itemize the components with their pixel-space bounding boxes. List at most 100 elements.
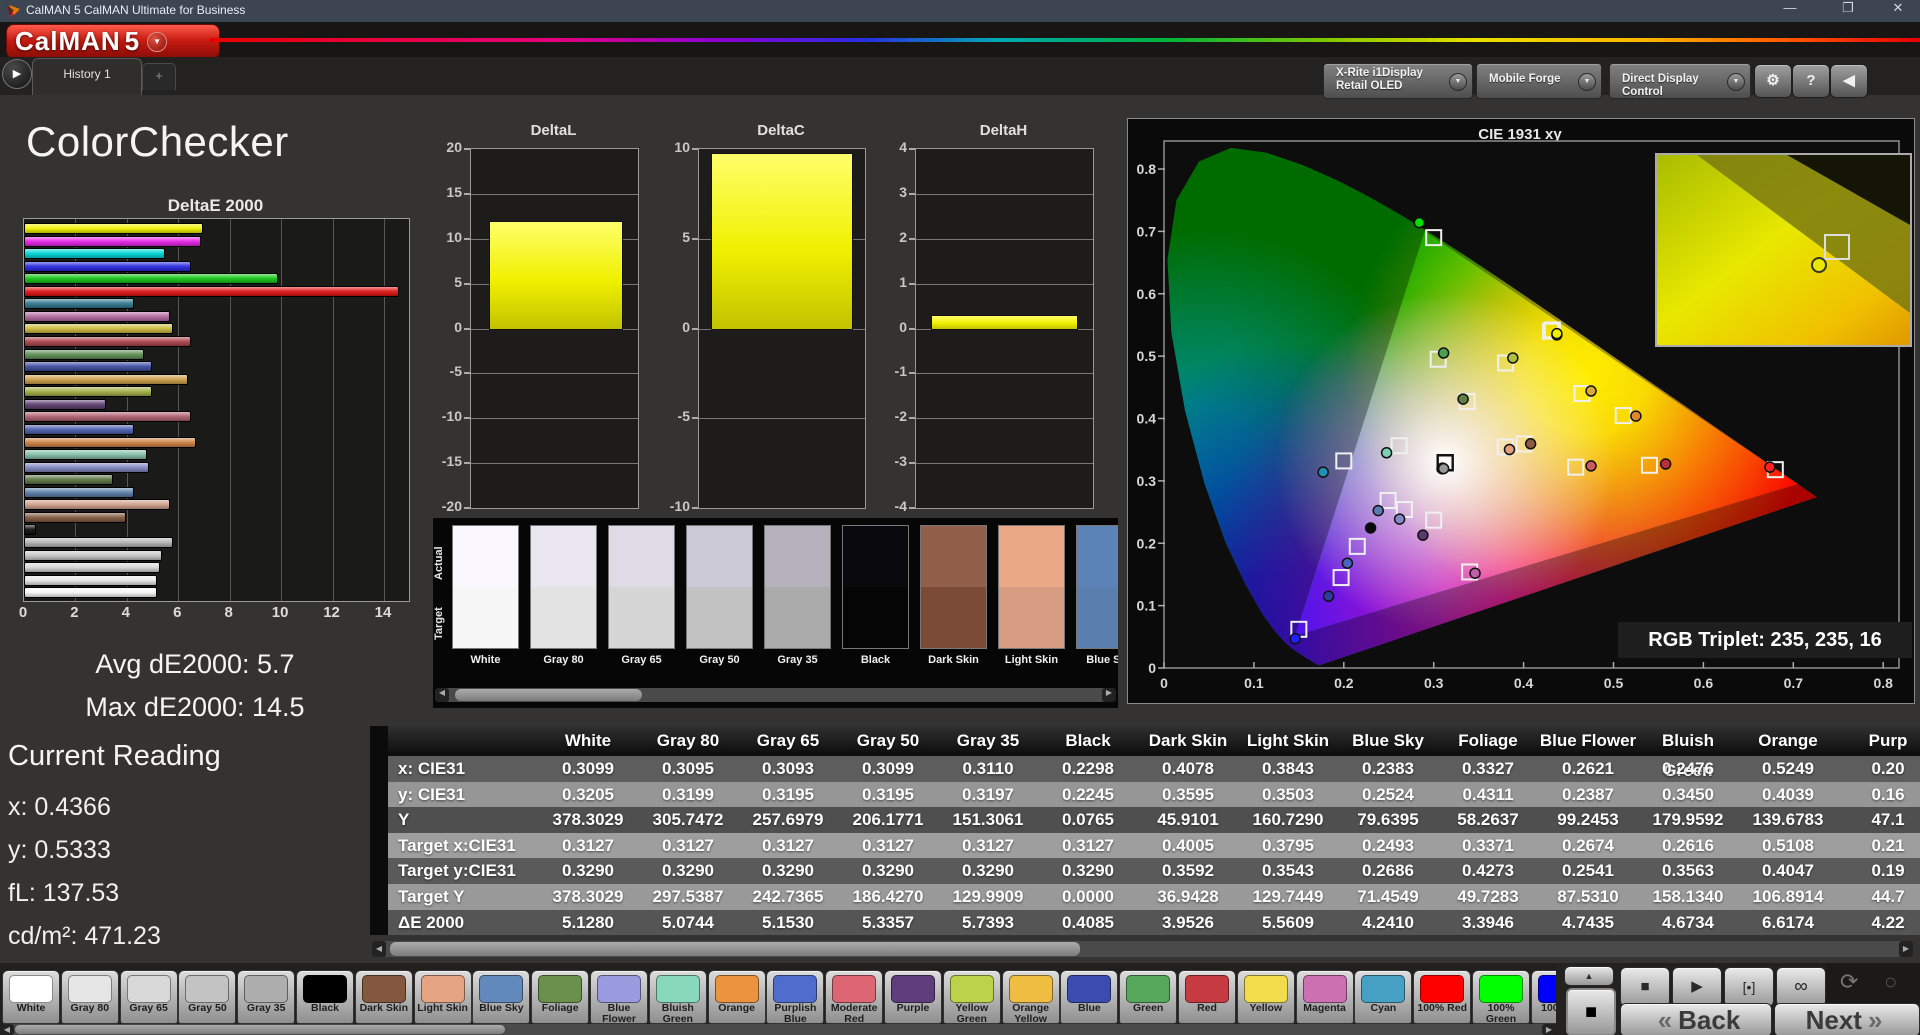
- table-cell: Dark Skin: [1138, 726, 1238, 756]
- palette-button-gray-50[interactable]: Gray 50: [178, 970, 236, 1024]
- palette-button-purple[interactable]: Purple: [884, 970, 942, 1024]
- target-row-label: Target: [433, 624, 445, 640]
- settings-button[interactable]: ⚙: [1754, 64, 1792, 98]
- cie-zoom-inset: [1655, 153, 1912, 347]
- palette-chip: [1067, 975, 1111, 1003]
- table-cell: 0.2674: [1538, 833, 1638, 859]
- palette-button-black[interactable]: Black: [296, 970, 354, 1024]
- help-button[interactable]: ?: [1792, 64, 1830, 98]
- back-button[interactable]: «Back: [1620, 1003, 1772, 1035]
- chevron-down-icon[interactable]: ▼: [1578, 73, 1596, 91]
- selected-patch-button[interactable]: ■: [1566, 988, 1616, 1035]
- palette-button-blue[interactable]: Blue: [1060, 970, 1118, 1024]
- strip-swatch-white: White: [452, 525, 519, 666]
- single-measure-button[interactable]: [•]: [1724, 967, 1774, 1007]
- svg-text:0.6: 0.6: [1694, 675, 1714, 691]
- actual-swatch: [998, 525, 1065, 587]
- palette-button-purplish-blue[interactable]: Purplish Blue: [766, 970, 824, 1024]
- gridline: [471, 194, 638, 195]
- window-title: CalMAN 5 CalMAN Ultimate for Business: [26, 3, 245, 17]
- minimize-button[interactable]: —: [1770, 0, 1810, 20]
- y-tick-label: -15: [408, 453, 462, 469]
- palette-button-gray-80[interactable]: Gray 80: [61, 970, 119, 1024]
- add-tab-button[interactable]: +: [142, 63, 176, 90]
- palette-button-100-red[interactable]: 100% Red: [1413, 970, 1471, 1024]
- palette-button-cyan[interactable]: Cyan: [1354, 970, 1412, 1024]
- scroll-left-icon[interactable]: ◀: [372, 941, 386, 957]
- palette-label: 100% Red: [1414, 1003, 1470, 1014]
- gridline: [699, 418, 865, 419]
- scroll-right-icon[interactable]: ▶: [1102, 688, 1116, 702]
- display-control-dropdown[interactable]: Direct Display Control ▼: [1609, 63, 1751, 99]
- meter-dropdown[interactable]: X-Rite i1Display Retail OLED ▼: [1323, 63, 1473, 99]
- play-button[interactable]: ▶: [1672, 967, 1722, 1007]
- palette-button-orange-yellow[interactable]: Orange Yellow: [1002, 970, 1060, 1024]
- palette-button-gray-35[interactable]: Gray 35: [237, 970, 295, 1024]
- palette-button-red[interactable]: Red: [1178, 970, 1236, 1024]
- table-cell: 0.3290: [738, 858, 838, 884]
- svg-text:0.7: 0.7: [1137, 223, 1157, 239]
- actual-target-swatch-strip: Actual Target WhiteGray 80Gray 65Gray 50…: [433, 518, 1118, 708]
- palette-chip: [185, 975, 229, 1003]
- chevron-down-icon[interactable]: ▼: [1449, 73, 1467, 91]
- palette-button-light-skin[interactable]: Light Skin: [414, 970, 472, 1024]
- palette-button-moderate-red[interactable]: Moderate Red: [825, 970, 883, 1024]
- maximize-button[interactable]: ❐: [1828, 0, 1868, 20]
- cie-actual-light-skin: [1504, 445, 1514, 455]
- deltae-x-tick-label: 14: [375, 604, 392, 621]
- palette-up-button[interactable]: ▲: [1564, 966, 1614, 986]
- collapse-button[interactable]: ◀: [1830, 64, 1868, 98]
- strip-scrollbar[interactable]: ◀ ▶: [435, 688, 1116, 702]
- palette-button-gray-65[interactable]: Gray 65: [120, 970, 178, 1024]
- scroll-right-icon[interactable]: ▶: [1542, 1024, 1556, 1035]
- palette-scrollbar-thumb[interactable]: [15, 1025, 505, 1034]
- logo-dropdown-icon[interactable]: ▼: [147, 32, 167, 52]
- deltae-bar-orange-yellow: [24, 374, 188, 385]
- deltae-x-tick-label: 12: [323, 604, 340, 621]
- gridline: [916, 194, 1093, 195]
- tab-scroll-button[interactable]: ▶: [2, 59, 32, 89]
- table-cell: White: [538, 726, 638, 756]
- deltae-bar-purplish-blue: [24, 424, 134, 435]
- cie-actual-yellow-green: [1508, 353, 1518, 363]
- palette-button-bluish-green[interactable]: Bluish Green: [649, 970, 707, 1024]
- chevron-down-icon[interactable]: ▼: [1727, 73, 1745, 91]
- palette-button-green[interactable]: Green: [1119, 970, 1177, 1024]
- tab-history-1[interactable]: History 1: [32, 58, 142, 95]
- cie-actual-purplish-blue: [1342, 558, 1352, 568]
- y-tick: [909, 148, 915, 150]
- calman-logo-menu[interactable]: CalMAN 5 ▼: [6, 24, 220, 59]
- strip-scrollbar-thumb[interactable]: [455, 689, 642, 701]
- palette-button-orange[interactable]: Orange: [708, 970, 766, 1024]
- palette-label: Purple: [885, 1003, 941, 1014]
- target-swatch: [530, 587, 597, 649]
- source-dropdown[interactable]: Mobile Forge ▼: [1476, 63, 1602, 99]
- stop-button[interactable]: ■: [1620, 967, 1670, 1007]
- y-tick-label: 15: [408, 184, 462, 200]
- table-scrollbar[interactable]: ◀ ▶: [372, 941, 1913, 957]
- palette-scrollbar[interactable]: ◀ ▶: [0, 1024, 1556, 1035]
- palette-button-foliage[interactable]: Foliage: [531, 970, 589, 1024]
- palette-button-yellow-green[interactable]: Yellow Green: [943, 970, 1001, 1024]
- close-button[interactable]: ✕: [1878, 0, 1918, 20]
- continuous-measure-button[interactable]: ∞: [1776, 967, 1826, 1007]
- scroll-left-icon[interactable]: ◀: [0, 1024, 14, 1035]
- table-scrollbar-thumb[interactable]: [390, 942, 1080, 956]
- scroll-left-icon[interactable]: ◀: [435, 688, 449, 702]
- palette-button-blue-flower[interactable]: Blue Flower: [590, 970, 648, 1024]
- palette-button-blue-sky[interactable]: Blue Sky: [472, 970, 530, 1024]
- palette-chip: [127, 975, 171, 1003]
- reading-cdm2: cd/m²: 471.23: [8, 922, 161, 951]
- palette-button-100-green[interactable]: 100% Green: [1472, 970, 1530, 1024]
- palette-button-magenta[interactable]: Magenta: [1296, 970, 1354, 1024]
- palette-button-dark-skin[interactable]: Dark Skin: [355, 970, 413, 1024]
- svg-text:0.5: 0.5: [1604, 675, 1624, 691]
- palette-button-white[interactable]: White: [2, 970, 60, 1024]
- palette-button-yellow[interactable]: Yellow: [1237, 970, 1295, 1024]
- next-button[interactable]: Next»: [1774, 1003, 1920, 1035]
- swatch-label: Black: [842, 654, 909, 666]
- table-cell: 0.3197: [938, 782, 1038, 808]
- source-status-indicator: [1479, 66, 1484, 96]
- delta-l-title: DeltaL: [470, 122, 637, 139]
- scroll-right-icon[interactable]: ▶: [1899, 941, 1913, 957]
